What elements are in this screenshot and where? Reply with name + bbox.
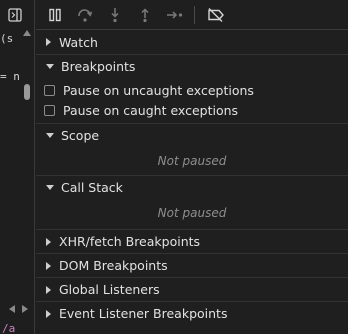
code-line-text: = n: [0, 70, 20, 83]
code-line: (s: [0, 32, 14, 45]
expand-arrow-icon: [46, 285, 51, 294]
scope-status: Not paused: [157, 154, 227, 168]
dom-breakpoints-section-header[interactable]: DOM Breakpoints: [36, 253, 348, 277]
step-out-button[interactable]: [134, 4, 156, 26]
code-line: = n: [0, 70, 20, 83]
section-title: Event Listener Breakpoints: [59, 306, 228, 321]
call-stack-status: Not paused: [157, 206, 227, 220]
section-title: Scope: [61, 128, 100, 143]
sidebar-toggle-icon: [8, 8, 22, 22]
section-title: Watch: [59, 34, 98, 50]
option-label: Pause on uncaught exceptions: [63, 82, 254, 98]
step-button[interactable]: [164, 4, 186, 26]
section-title: DOM Breakpoints: [59, 258, 168, 273]
debugger-toolbar: [36, 0, 348, 30]
section-title: Call Stack: [61, 180, 123, 195]
expand-arrow-icon: [46, 309, 51, 318]
scope-section-header[interactable]: Scope: [36, 123, 348, 147]
collapse-arrow-icon: [46, 185, 54, 190]
scroll-right-arrow-icon[interactable]: [22, 305, 28, 313]
deactivate-breakpoints-button[interactable]: [205, 4, 227, 26]
xhr-breakpoints-section-header[interactable]: XHR/fetch Breakpoints: [36, 229, 348, 253]
collapse-arrow-icon: [46, 133, 54, 138]
scroll-left-arrow-icon[interactable]: [9, 305, 15, 313]
pause-button[interactable]: [44, 4, 66, 26]
section-title: Global Listeners: [59, 282, 160, 297]
step-over-icon: [78, 8, 93, 22]
expand-arrow-icon: [46, 261, 51, 270]
vertical-scrollbar[interactable]: [22, 30, 33, 320]
pause-uncaught-checkbox[interactable]: [44, 84, 55, 96]
section-title: XHR/fetch Breakpoints: [59, 234, 201, 249]
step-over-button[interactable]: [74, 4, 96, 26]
deactivate-breakpoints-icon: [208, 7, 224, 22]
scroll-up-arrow-icon[interactable]: [23, 30, 31, 36]
code-editor-strip: (s = n /a: [0, 0, 35, 334]
global-listeners-section-header[interactable]: Global Listeners: [36, 277, 348, 301]
debugger-sidebar: Watch Breakpoints Pause on uncaught exce…: [36, 0, 348, 334]
expand-arrow-icon: [46, 237, 51, 246]
pause-caught-exceptions-option[interactable]: Pause on caught exceptions: [36, 100, 348, 120]
step-out-icon: [141, 7, 149, 22]
pause-icon: [49, 8, 61, 21]
pause-uncaught-exceptions-option[interactable]: Pause on uncaught exceptions: [36, 80, 348, 100]
step-into-button[interactable]: [104, 4, 126, 26]
toolbar-separator: [194, 5, 195, 24]
scrollbar-thumb[interactable]: [24, 84, 30, 100]
watch-section-header[interactable]: Watch: [36, 30, 348, 54]
code-line: /a: [2, 322, 16, 334]
breakpoints-section-header[interactable]: Breakpoints: [36, 54, 348, 78]
call-stack-section-header[interactable]: Call Stack: [36, 175, 348, 199]
section-title: Breakpoints: [61, 59, 136, 74]
devtools-sources-debugger: (s = n /a Watch Breakpoints Pause on unc…: [0, 0, 348, 334]
step-icon: [167, 10, 183, 19]
collapse-arrow-icon: [46, 64, 54, 69]
step-into-icon: [111, 7, 119, 22]
option-label: Pause on caught exceptions: [63, 102, 239, 118]
pause-caught-checkbox[interactable]: [44, 104, 55, 116]
event-listener-breakpoints-section-header[interactable]: Event Listener Breakpoints: [36, 301, 348, 325]
expand-arrow-icon: [46, 38, 51, 46]
toggle-debugger-sidebar-button[interactable]: [6, 6, 24, 24]
